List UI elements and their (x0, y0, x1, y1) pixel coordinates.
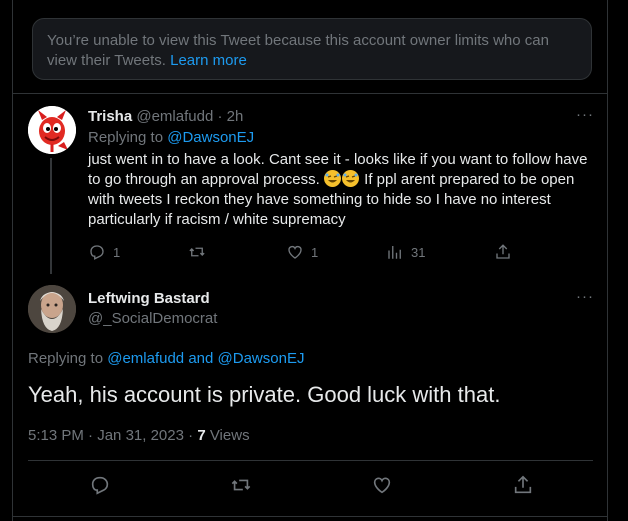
retweet-icon (189, 247, 205, 257)
tweet-text: Yeah, his account is private. Good luck … (28, 382, 501, 407)
separator-dot: · (88, 427, 94, 444)
reply-icon (90, 245, 104, 260)
like-button[interactable]: 1 (286, 240, 318, 264)
share-icon (496, 244, 510, 259)
user-handle[interactable]: @_SocialDemocrat (88, 309, 217, 329)
reply-icon (91, 476, 109, 495)
learn-more-link[interactable]: Learn more (170, 52, 247, 69)
more-options-icon[interactable]: ··· (576, 288, 594, 305)
retweet-icon (231, 479, 251, 491)
replying-to: Replying to @DawsonEJ (88, 128, 254, 148)
replying-to: Replying to @emlafudd and @DawsonEJ (28, 349, 304, 369)
replying-user-link[interactable]: @DawsonEJ (218, 350, 305, 367)
reply-button[interactable]: 1 (88, 240, 120, 264)
reply-count: 1 (113, 244, 121, 260)
replying-user-link[interactable]: @emlafudd (107, 350, 184, 367)
share-button[interactable] (494, 240, 512, 264)
main-tweet-actions (28, 473, 558, 497)
replying-user-link[interactable]: @DawsonEJ (167, 129, 254, 146)
notice-text: You’re unable to view this Tweet because… (47, 32, 549, 69)
tweet-time[interactable]: 5:13 PM (28, 427, 84, 444)
divider (13, 516, 607, 517)
thread-connector-line (50, 158, 52, 274)
tweet-time[interactable]: 2h (227, 108, 244, 125)
views-label: Views (209, 427, 250, 444)
tweet-text: just went in to have a look. Cant see it… (88, 150, 593, 230)
reply-tweet-header: Trisha @emlafudd · 2h (88, 107, 243, 127)
heart-icon (373, 477, 391, 494)
display-name[interactable]: Leftwing Bastard (88, 289, 210, 309)
like-count: 1 (311, 244, 319, 260)
replying-label: Replying to (28, 350, 104, 367)
share-button[interactable] (511, 473, 535, 497)
separator-dot: · (188, 427, 194, 444)
avatar[interactable] (28, 285, 76, 333)
devil-avatar-icon (28, 106, 76, 154)
reply-tweet-actions: 1 1 31 (88, 240, 510, 264)
tweet-date[interactable]: Jan 31, 2023 (97, 427, 184, 444)
bearded-man-avatar-icon (28, 285, 76, 333)
retweet-button[interactable] (229, 473, 253, 497)
tweet-metadata: 5:13 PM · Jan 31, 2023 · 7 Views (28, 426, 250, 446)
replying-and: and (188, 350, 214, 367)
display-name[interactable]: Trisha (88, 108, 132, 125)
rolling-on-floor-laughing-emoji (342, 170, 359, 187)
share-icon (514, 475, 532, 494)
views-icon (388, 246, 401, 259)
avatar[interactable] (28, 106, 76, 154)
views-button[interactable]: 31 (386, 240, 425, 264)
retweet-button[interactable] (188, 240, 213, 264)
user-handle[interactable]: @emlafudd (136, 108, 213, 125)
separator-dot: · (217, 108, 223, 125)
views-count: 7 (197, 427, 206, 444)
more-options-icon[interactable]: ··· (576, 106, 594, 123)
divider (13, 93, 607, 94)
unavailable-tweet-notice: You’re unable to view this Tweet because… (32, 18, 592, 80)
replying-label: Replying to (88, 129, 164, 146)
rolling-on-floor-laughing-emoji (324, 170, 341, 187)
views-count: 31 (411, 244, 426, 260)
heart-icon (288, 245, 302, 259)
reply-button[interactable] (88, 473, 112, 497)
divider (28, 460, 593, 461)
like-button[interactable] (370, 473, 394, 497)
